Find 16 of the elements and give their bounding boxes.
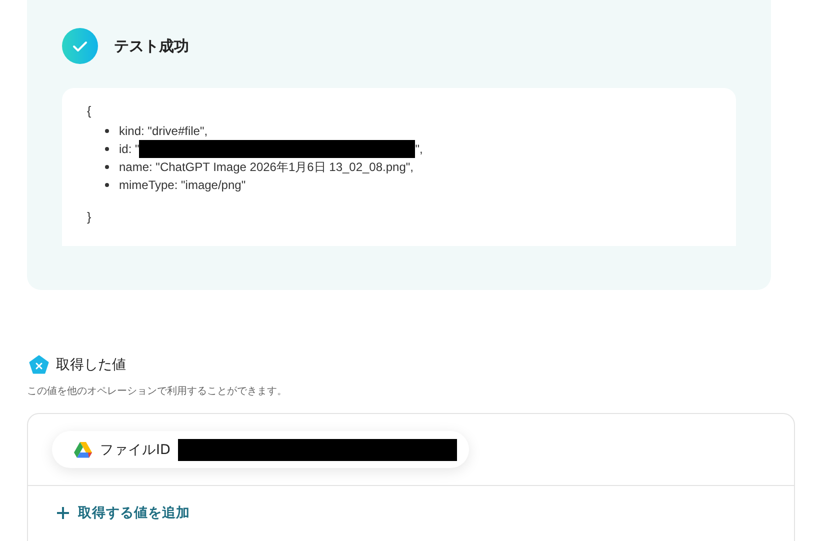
- code-text: }: [87, 210, 92, 224]
- check-icon: [62, 28, 98, 64]
- section-title: 取得した値: [56, 356, 126, 374]
- code-text: kind: "drive#file",: [119, 124, 208, 138]
- result-title: テスト成功: [114, 36, 189, 56]
- code-text: name: "ChatGPT Image 2026年1月6日 13_02_08.png",: [119, 158, 414, 176]
- code-text: id: ": [119, 142, 140, 156]
- code-text: ",: [415, 142, 423, 156]
- code-text: mimeType: "image/png": [119, 178, 246, 192]
- variable-icon: [29, 355, 49, 375]
- add-value-button[interactable]: 取得する値を追加: [54, 502, 192, 524]
- code-text: {: [87, 104, 92, 118]
- plus-icon: [56, 506, 70, 520]
- drive-icon: [74, 442, 92, 458]
- value-chip[interactable]: ファイルID: [52, 431, 470, 468]
- section-description: この値を他のオペレーションで利用することができます。: [27, 384, 288, 398]
